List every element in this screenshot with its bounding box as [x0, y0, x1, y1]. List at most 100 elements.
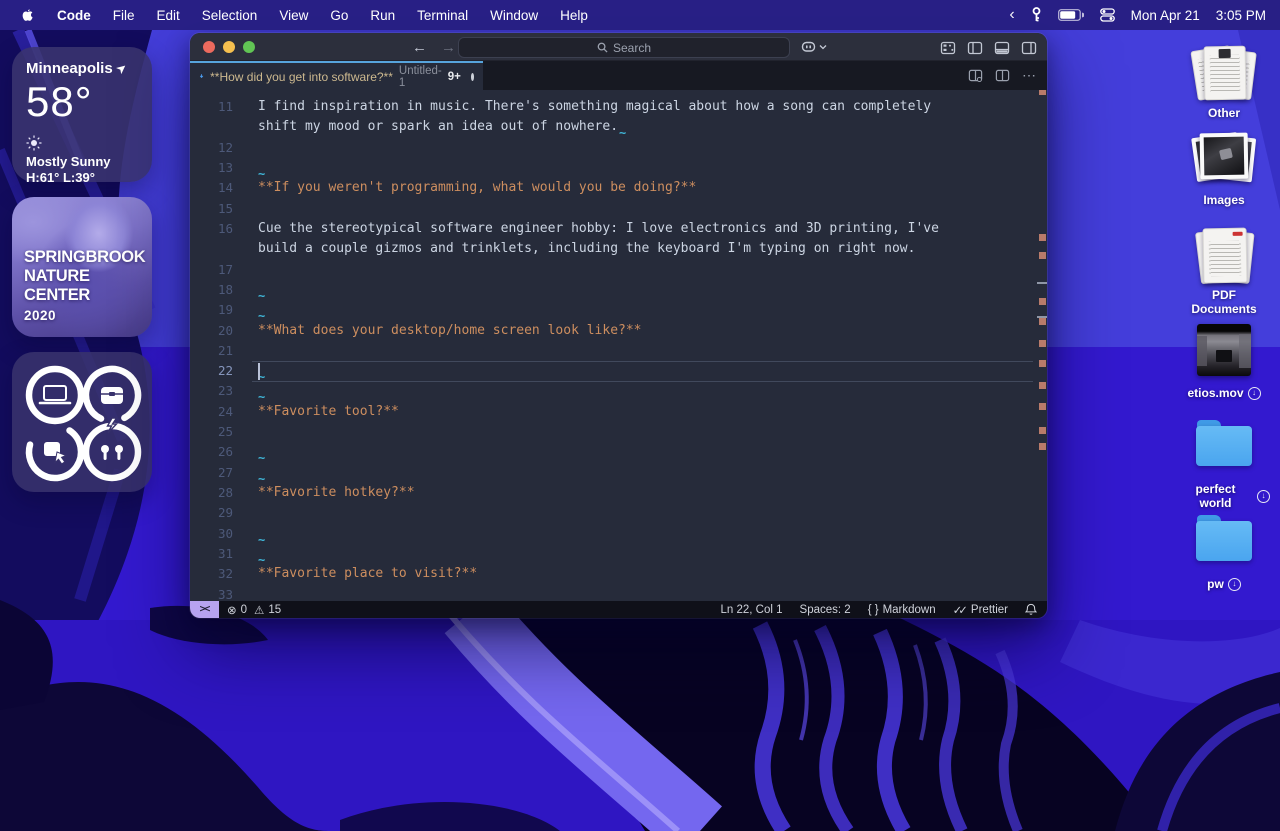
toggle-panel-button[interactable] — [993, 39, 1010, 56]
editor-pane[interactable]: 11 ~ I find inspiration in music. There'… — [190, 90, 1047, 601]
formatter-button[interactable]: ✓✓ Prettier — [953, 603, 1008, 617]
zoom-window-button[interactable] — [243, 41, 255, 53]
editor-line[interactable]: 11 ~ I find inspiration in music. There'… — [190, 97, 1037, 117]
editor-line[interactable]: 18 ~ — [190, 280, 1037, 300]
navigate-forward-button[interactable]: → — [441, 39, 456, 56]
desktop-stack-other[interactable]: Other — [1178, 44, 1270, 120]
batteries-widget[interactable] — [12, 352, 152, 492]
editor-line[interactable]: 17 ~ — [190, 260, 1037, 280]
editor-line[interactable]: 19 ~ — [190, 300, 1037, 320]
desktop-folder-perfect-world[interactable]: perfect world↓ — [1178, 414, 1270, 510]
editor-line[interactable]: 16 ~ Cue the stereotypical software engi… — [190, 219, 1037, 239]
editor-line[interactable]: 20 ~ **What does your desktop/home scree… — [190, 321, 1037, 341]
desktop-stack-pdf-documents[interactable]: PDF Documents — [1178, 226, 1270, 316]
line-number: 29 — [190, 505, 233, 520]
editor-line[interactable]: 25 ~ — [190, 422, 1037, 442]
menu-item-selection[interactable]: Selection — [191, 8, 269, 23]
customize-layout-button[interactable] — [939, 39, 956, 56]
split-editor-icon[interactable] — [995, 68, 1010, 83]
minimize-window-button[interactable] — [223, 41, 235, 53]
editor-line[interactable]: 23 ~ — [190, 381, 1037, 401]
toggle-primary-sidebar-button[interactable] — [966, 39, 983, 56]
ruler-warning-mark — [1039, 298, 1046, 305]
editor-line[interactable]: ~ shift my mood or spark an idea out of … — [190, 117, 1037, 137]
editor-line[interactable]: 26 ~ — [190, 442, 1037, 462]
unsaved-changes-dot[interactable] — [471, 73, 474, 81]
menu-bar-clock[interactable]: 3:05 PM — [1216, 8, 1266, 23]
editor-line[interactable]: 22 ~ — [190, 361, 1037, 381]
editor-line[interactable]: 14 ~ **If you weren't programming, what … — [190, 178, 1037, 198]
window-titlebar[interactable]: ← → Search — [190, 33, 1047, 61]
editor-line[interactable]: 13 ~ — [190, 158, 1037, 178]
apple-menu-icon[interactable] — [20, 6, 36, 24]
line-number: 20 — [190, 323, 233, 338]
ruler-warning-mark — [1039, 340, 1046, 347]
battery-icon[interactable] — [1058, 9, 1084, 21]
menu-item-code[interactable]: Code — [46, 8, 102, 23]
folder-icon — [1196, 420, 1252, 466]
weather-condition: Mostly Sunny — [26, 154, 138, 169]
menu-item-go[interactable]: Go — [319, 8, 359, 23]
desktop-file-etios-mov[interactable]: etios.mov↓ — [1178, 322, 1270, 400]
copilot-icon — [800, 38, 817, 55]
tab-problems-badge: 9+ — [448, 71, 461, 83]
ruler-warning-mark — [1039, 382, 1046, 389]
remote-indicator-button[interactable]: >< — [190, 601, 219, 618]
weather-widget[interactable]: Minneapolis➤ 58° Mostly Sunny H:61° L:39… — [12, 47, 152, 182]
editor-line[interactable]: 21 ~ — [190, 341, 1037, 361]
line-number: 14 — [190, 180, 233, 195]
editor-line[interactable]: 12 ~ — [190, 138, 1037, 158]
line-number: 16 — [190, 221, 233, 236]
navigate-back-button[interactable]: ← — [412, 39, 427, 56]
line-text: build a couple gizmos and trinklets, inc… — [258, 241, 915, 256]
photos-widget[interactable]: SPRINGBROOK NATURE CENTER 2020 — [12, 197, 152, 337]
editor-line[interactable]: 24 ~ **Favorite tool?** — [190, 402, 1037, 422]
editor-line[interactable]: ~ build a couple gizmos and trinklets, i… — [190, 239, 1037, 259]
cursor-position-button[interactable]: Ln 22, Col 1 — [721, 604, 783, 616]
editor-line[interactable]: 28 ~ **Favorite hotkey?** — [190, 483, 1037, 503]
editor-line[interactable]: 31 ~ — [190, 544, 1037, 564]
language-mode-button[interactable]: { } Markdown — [868, 604, 936, 616]
line-number: 13 — [190, 160, 233, 175]
control-center-icon[interactable] — [1100, 8, 1115, 22]
icon-label: Other — [1208, 106, 1240, 120]
menu-item-help[interactable]: Help — [549, 8, 599, 23]
menu-item-file[interactable]: File — [102, 8, 146, 23]
indentation-button[interactable]: Spaces: 2 — [800, 604, 851, 616]
sun-icon — [26, 135, 138, 151]
desktop-folder-pw[interactable]: pw↓ — [1178, 509, 1270, 591]
location-arrow-icon: ➤ — [114, 61, 129, 77]
problems-button[interactable]: ⊗ 0 ⚠ 15 — [227, 603, 281, 617]
vscode-window: ← → Search **Ho — [190, 33, 1047, 618]
menu-item-edit[interactable]: Edit — [146, 8, 191, 23]
editor-line[interactable]: 29 ~ — [190, 503, 1037, 523]
airpods-icon — [101, 445, 123, 460]
copilot-menu-button[interactable] — [800, 38, 827, 55]
menu-item-view[interactable]: View — [268, 8, 319, 23]
line-number: 27 — [190, 465, 233, 480]
toggle-secondary-sidebar-button[interactable] — [1020, 39, 1037, 56]
icon-label: Images — [1203, 193, 1244, 207]
chevron-left-icon[interactable]: ‹ — [1009, 7, 1014, 23]
editor-line[interactable]: 15 ~ — [190, 199, 1037, 219]
editor-line[interactable]: 33 ~ — [190, 585, 1037, 601]
command-center-search[interactable]: Search — [458, 37, 790, 58]
editor-line[interactable]: 30 ~ — [190, 524, 1037, 544]
menu-item-window[interactable]: Window — [479, 8, 549, 23]
notifications-bell-icon[interactable] — [1025, 603, 1037, 616]
warning-icon: ⚠ — [254, 603, 264, 617]
close-window-button[interactable] — [203, 41, 215, 53]
editor-line[interactable]: 27 ~ — [190, 463, 1037, 483]
menu-item-terminal[interactable]: Terminal — [406, 8, 479, 23]
key-icon[interactable] — [1031, 7, 1042, 23]
tab-untitled-1[interactable]: **How did you get into software?** Untit… — [190, 61, 483, 90]
desktop-stack-images[interactable]: Images — [1178, 131, 1270, 207]
menu-bar-date[interactable]: Mon Apr 21 — [1131, 8, 1200, 23]
line-text: Cue the stereotypical software engineer … — [258, 221, 939, 236]
editor-line[interactable]: 32 ~ **Favorite place to visit?** — [190, 564, 1037, 584]
menu-item-run[interactable]: Run — [359, 8, 406, 23]
open-changes-icon[interactable] — [968, 68, 983, 83]
line-number: 25 — [190, 424, 233, 439]
line-number: 17 — [190, 262, 233, 277]
more-actions-icon[interactable]: ⋯ — [1022, 67, 1037, 84]
